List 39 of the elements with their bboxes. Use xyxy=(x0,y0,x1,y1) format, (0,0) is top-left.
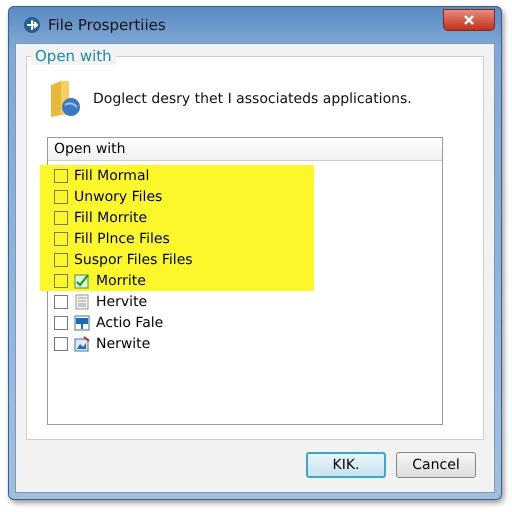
list-item[interactable]: Nerwite xyxy=(48,333,314,354)
description-text: Doglect desry thet I associateds applications. xyxy=(93,91,412,107)
list-item[interactable]: Fill Morrite xyxy=(40,207,314,228)
document-icon xyxy=(74,294,90,310)
cancel-button[interactable]: Cancel xyxy=(396,452,476,478)
checkbox[interactable] xyxy=(54,274,68,288)
list-item[interactable]: Suspor Files Files xyxy=(40,249,314,270)
checkbox[interactable] xyxy=(54,190,68,204)
list-item[interactable]: Unwory Files xyxy=(40,186,314,207)
checkbox[interactable] xyxy=(54,232,68,246)
close-button[interactable] xyxy=(443,9,495,31)
list-item[interactable]: Fill Plnce Files xyxy=(40,228,314,249)
checkbox[interactable] xyxy=(54,316,68,330)
window-title: File Prospertiies xyxy=(48,16,167,34)
checkbox[interactable] xyxy=(54,336,68,350)
item-label: Suspor Files Files xyxy=(74,252,193,268)
paint-roller-icon xyxy=(74,314,90,330)
item-label: Hervite xyxy=(96,294,148,310)
item-label: Fill Mormal xyxy=(74,168,150,184)
item-label: Morrite xyxy=(96,272,146,288)
checkmark-icon xyxy=(74,272,90,288)
checkbox[interactable] xyxy=(54,168,68,182)
list-item[interactable]: Actio Fale xyxy=(48,312,314,333)
ok-button[interactable]: KIK. xyxy=(306,452,386,478)
item-label: Fill Plnce Files xyxy=(74,230,170,246)
list-item[interactable]: Morrite xyxy=(40,270,314,291)
checkbox[interactable] xyxy=(54,210,68,224)
image-file-icon xyxy=(74,336,90,352)
item-label: Actio Fale xyxy=(96,314,164,330)
group-title: Open with xyxy=(31,47,116,65)
checkbox[interactable] xyxy=(54,294,68,308)
close-icon xyxy=(463,15,475,25)
item-label: Unwory Files xyxy=(74,188,162,204)
checkbox[interactable] xyxy=(54,252,68,266)
item-label: Fill Morrite xyxy=(74,210,148,226)
item-label: Nerwite xyxy=(96,336,150,352)
list-item[interactable]: Hervite xyxy=(48,291,314,312)
list-item[interactable]: Fill Mormal xyxy=(40,165,314,186)
app-icon xyxy=(23,16,41,34)
